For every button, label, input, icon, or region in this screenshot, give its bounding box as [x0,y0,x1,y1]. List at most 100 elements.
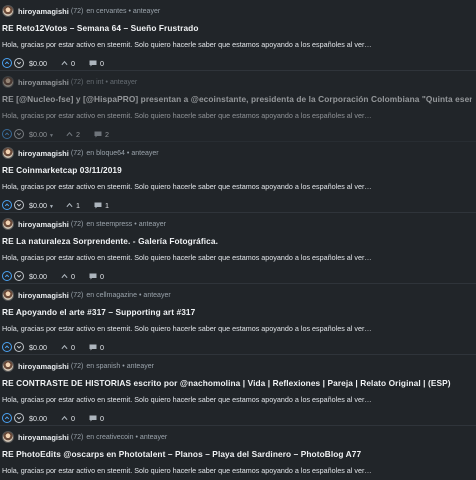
chevron-up-icon [61,60,68,66]
separator-dot: • [122,362,125,370]
chevron-up-icon [4,274,10,278]
category-prefix: en [86,78,95,86]
voters-count[interactable]: 0 [61,59,75,68]
upvote-button[interactable] [2,129,12,139]
category-link[interactable]: cellmagazine [96,292,137,299]
timestamp-link[interactable]: anteayer [127,363,154,370]
avatar[interactable] [2,431,14,443]
post-body-preview[interactable]: Hola, gracias por estar activo en steemi… [2,40,472,51]
replies-count[interactable]: 0 [89,414,104,423]
timestamp-link[interactable]: anteayer [143,292,170,299]
list-item: hiroyamagishi (72) en steempress • antea… [0,213,476,284]
avatar[interactable] [2,218,14,230]
downvote-button[interactable] [14,129,24,139]
voters-count[interactable]: 0 [61,414,75,423]
timestamp-link[interactable]: anteayer [131,150,158,157]
category-link[interactable]: int [96,79,103,86]
voters-count[interactable]: 0 [61,343,75,352]
avatar[interactable] [2,360,14,372]
post-title-link[interactable]: RE CONTRASTE DE HISTORIAS escrito por @n… [2,378,472,390]
post-body-preview[interactable]: Hola, gracias por estar activo en steemi… [2,324,472,335]
replies-count[interactable]: 2 [94,130,109,139]
author-link[interactable]: hiroyamagishi [18,149,69,158]
downvote-button[interactable] [14,342,24,352]
payout-amount: $0.00 [29,58,47,68]
post-title-link[interactable]: RE PhotoEdits @oscarps en Phototalent – … [2,449,472,461]
post-footer: $0.00 ▼ 2 2 [2,128,472,140]
replies-count[interactable]: 0 [89,59,104,68]
comment-icon [89,344,97,350]
author-link[interactable]: hiroyamagishi [18,7,69,16]
replies-count[interactable]: 0 [89,272,104,281]
voters-count[interactable]: 2 [66,130,80,139]
downvote-button[interactable] [14,413,24,423]
category-link[interactable]: cervantes [96,8,126,15]
separator-dot: • [128,7,131,15]
avatar[interactable] [2,147,14,159]
comment-icon [89,415,97,421]
post-body-preview[interactable]: Hola, gracias por estar activo en steemi… [2,111,472,122]
avatar[interactable] [2,289,14,301]
payout-value[interactable]: $0.00 [29,343,49,352]
voters-count[interactable]: 0 [61,272,75,281]
upvote-button[interactable] [2,271,12,281]
author-link[interactable]: hiroyamagishi [18,220,69,229]
category-link[interactable]: spanish [96,363,120,370]
payout-value[interactable]: $0.00 [29,59,49,68]
author-link[interactable]: hiroyamagishi [18,433,69,442]
timestamp-link[interactable]: anteayer [133,8,160,15]
downvote-button[interactable] [14,58,24,68]
timestamp-link[interactable]: anteayer [140,434,167,441]
post-body-preview[interactable]: Hola, gracias por estar activo en steemi… [2,253,472,264]
category-link[interactable]: creativecoin [96,434,133,441]
reputation-score: (72) [70,291,84,299]
payout-value[interactable]: $0.00 ▼ [29,130,54,139]
list-item: hiroyamagishi (72) en int • anteayer RE … [0,71,476,142]
category-link[interactable]: steempress [96,221,132,228]
chevron-down-icon [16,274,22,278]
list-item: hiroyamagishi (72) en cellmagazine • ant… [0,284,476,355]
post-title-link[interactable]: RE Apoyando el arte #317 – Supporting ar… [2,307,472,319]
post-header: hiroyamagishi (72) en creativecoin • ant… [2,430,472,444]
downvote-button[interactable] [14,200,24,210]
chevron-up-icon [61,273,68,279]
avatar[interactable] [2,5,14,17]
replies-count[interactable]: 1 [94,201,109,210]
downvote-button[interactable] [14,271,24,281]
post-header: hiroyamagishi (72) en int • anteayer [2,75,472,89]
avatar[interactable] [2,76,14,88]
author-link[interactable]: hiroyamagishi [18,78,69,87]
replies-count[interactable]: 0 [89,343,104,352]
upvote-button[interactable] [2,58,12,68]
upvote-button[interactable] [2,413,12,423]
author-link[interactable]: hiroyamagishi [18,291,69,300]
payout-value[interactable]: $0.00 [29,272,49,281]
replies-number: 2 [104,129,109,139]
payout-value[interactable]: $0.00 ▼ [29,201,54,210]
post-header: hiroyamagishi (72) en steempress • antea… [2,217,472,231]
post-header: hiroyamagishi (72) en cellmagazine • ant… [2,288,472,302]
votes-number: 0 [71,271,75,281]
post-title-link[interactable]: RE [@Nucleo-fse] y [@HispaPRO] presentan… [2,94,472,106]
comment-icon [89,60,97,66]
post-title-link[interactable]: RE La naturaleza Sorprendente. - Galería… [2,236,472,248]
payout-value[interactable]: $0.00 [29,414,49,423]
payout-amount: $0.00 [29,342,47,352]
reputation-score: (72) [70,7,84,15]
upvote-button[interactable] [2,342,12,352]
post-title-link[interactable]: RE Reto12Votos – Semana 64 – Sueño Frust… [2,23,472,35]
upvote-button[interactable] [2,200,12,210]
post-body-preview[interactable]: Hola, gracias por estar activo en steemi… [2,466,472,477]
post-title-link[interactable]: RE Coinmarketcap 03/11/2019 [2,165,472,177]
post-body-preview[interactable]: Hola, gracias por estar activo en steemi… [2,182,472,193]
voters-count[interactable]: 1 [66,201,80,210]
timestamp-link[interactable]: anteayer [110,79,137,86]
post-footer: $0.00 0 0 [2,412,472,424]
reputation-score: (72) [70,220,84,228]
reputation-score: (72) [70,433,84,441]
timestamp-link[interactable]: anteayer [139,221,166,228]
reputation-score: (72) [70,362,84,370]
author-link[interactable]: hiroyamagishi [18,362,69,371]
category-link[interactable]: bloque64 [96,150,125,157]
post-body-preview[interactable]: Hola, gracias por estar activo en steemi… [2,395,472,406]
